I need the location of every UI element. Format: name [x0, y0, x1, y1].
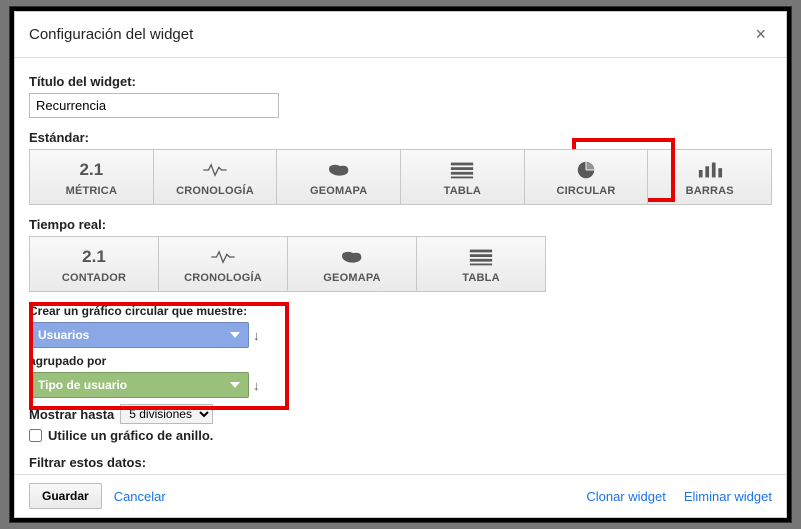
- standard-type-table[interactable]: TABLA: [400, 149, 525, 205]
- clone-widget-link[interactable]: Clonar widget: [586, 489, 666, 504]
- metric-21-icon: 2.1: [80, 158, 104, 182]
- table-icon: [449, 158, 475, 182]
- type-label: CRONOLOGÍA: [184, 272, 262, 284]
- pulse-icon: [210, 245, 236, 269]
- pulse-icon: [202, 158, 228, 182]
- type-label: CIRCULAR: [557, 185, 616, 197]
- realtime-type-counter[interactable]: 2.1 CONTADOR: [29, 236, 159, 292]
- pie-show-label: Crear un gráfico circular que muestre:: [29, 304, 772, 318]
- type-label: TABLA: [444, 185, 481, 197]
- standard-label: Estándar:: [29, 130, 772, 145]
- map-icon: [326, 158, 352, 182]
- type-label: GEOMAPA: [310, 185, 367, 197]
- filter-section-label: Filtrar estos datos:: [29, 455, 772, 470]
- type-label: TABLA: [462, 272, 499, 284]
- realtime-type-geomap[interactable]: GEOMAPA: [287, 236, 417, 292]
- type-label: CRONOLOGÍA: [176, 185, 254, 197]
- cancel-link[interactable]: Cancelar: [114, 489, 166, 504]
- dimension-select-value: Tipo de usuario: [38, 378, 127, 392]
- dialog-title: Configuración del widget: [29, 26, 193, 43]
- metric-21-icon: 2.1: [82, 245, 106, 269]
- realtime-type-table[interactable]: TABLA: [416, 236, 546, 292]
- arrow-down-icon: ↓: [253, 378, 260, 393]
- widget-config-dialog: Configuración del widget × Título del wi…: [9, 6, 792, 523]
- metric-select-value: Usuarios: [38, 328, 89, 342]
- realtime-type-timeline[interactable]: CRONOLOGÍA: [158, 236, 288, 292]
- table-icon: [468, 245, 494, 269]
- standard-type-timeline[interactable]: CRONOLOGÍA: [153, 149, 278, 205]
- grouped-by-label: agrupado por: [29, 354, 772, 368]
- standard-type-row: 2.1 MÉTRICA CRONOLOGÍA GEOMAPA TABLA CIRCULAR…: [29, 149, 772, 205]
- donut-label: Utilice un gráfico de anillo.: [48, 428, 213, 443]
- type-label: GEOMAPA: [323, 272, 380, 284]
- type-label: BARRAS: [686, 185, 734, 197]
- close-icon[interactable]: ×: [749, 22, 772, 47]
- standard-type-geomap[interactable]: GEOMAPA: [276, 149, 401, 205]
- type-label: CONTADOR: [62, 272, 126, 284]
- widget-title-label: Título del widget:: [29, 74, 772, 89]
- widget-title-input[interactable]: [29, 93, 279, 118]
- limit-prefix: Mostrar hasta: [29, 407, 114, 422]
- pie-icon: [573, 158, 599, 182]
- metric-select[interactable]: Usuarios: [29, 322, 249, 348]
- realtime-label: Tiempo real:: [29, 217, 772, 232]
- type-label: MÉTRICA: [66, 185, 118, 197]
- standard-type-bars[interactable]: BARRAS: [647, 149, 772, 205]
- chevron-down-icon: [230, 382, 240, 388]
- slices-select[interactable]: 5 divisiones: [120, 404, 213, 424]
- bars-icon: [697, 158, 723, 182]
- map-icon: [339, 245, 365, 269]
- save-button[interactable]: Guardar: [29, 483, 102, 509]
- realtime-type-row: 2.1 CONTADOR CRONOLOGÍA GEOMAPA TABLA: [29, 236, 772, 292]
- dimension-select[interactable]: Tipo de usuario: [29, 372, 249, 398]
- dialog-footer: Guardar Cancelar Clonar widget Eliminar …: [15, 474, 786, 517]
- standard-type-pie[interactable]: CIRCULAR: [524, 149, 649, 205]
- dialog-content: Título del widget: Estándar: 2.1 MÉTRICA C…: [15, 58, 786, 474]
- standard-type-metric[interactable]: 2.1 MÉTRICA: [29, 149, 154, 205]
- arrow-down-icon: ↓: [253, 328, 260, 343]
- delete-widget-link[interactable]: Eliminar widget: [684, 489, 772, 504]
- chevron-down-icon: [230, 332, 240, 338]
- dialog-header: Configuración del widget ×: [15, 12, 786, 58]
- dialog-inner: Configuración del widget × Título del wi…: [14, 11, 787, 518]
- donut-checkbox[interactable]: [29, 429, 42, 442]
